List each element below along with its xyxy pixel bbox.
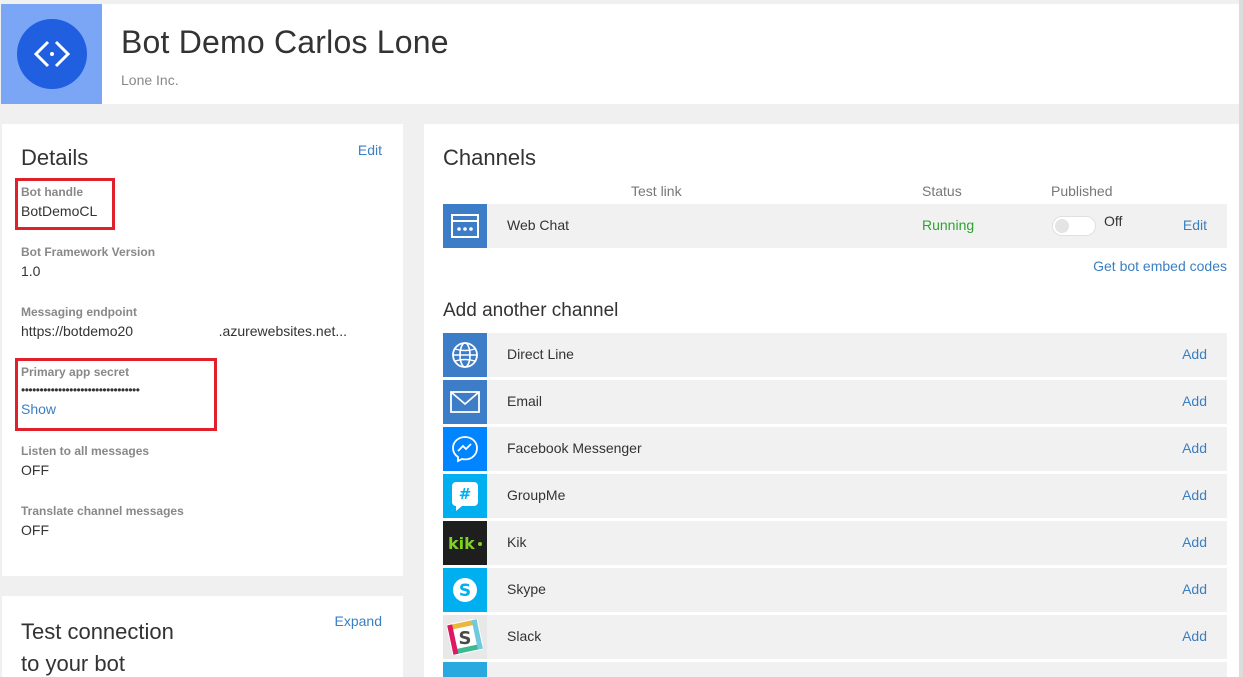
field-framework-version: Bot Framework Version 1.0 [21,245,155,279]
channel-name: Skype [507,581,546,597]
channel-row-facebook-messenger[interactable]: Facebook Messenger Add [443,427,1227,471]
field-listen-all: Listen to all messages OFF [21,444,149,478]
field-label: Bot handle [21,185,83,199]
secret-value: •••••••••••••••••••••••••••••••• [21,383,140,397]
field-value: BotDemoCL [21,203,98,219]
published-state: Off [1104,213,1123,229]
web-chat-edit-link[interactable]: Edit [1183,217,1207,233]
globe-icon [443,333,487,377]
test-title: Test connection to your bot [21,616,174,677]
test-connection-card: Test connection to your bot Expand [2,596,403,677]
field-messaging-endpoint: Messaging endpoint https://botdemo20 .az… [21,305,347,339]
add-slack-button[interactable]: Add [1182,628,1207,644]
bot-header: Bot Demo Carlos Lone Lone Inc. [1,4,1239,104]
add-email-button[interactable]: Add [1182,393,1207,409]
channel-name: GroupMe [507,487,566,503]
channel-icon [443,662,487,677]
field-value: OFF [21,462,49,478]
field-label: Translate channel messages [21,504,184,518]
col-test-link: Test link [631,183,682,199]
published-toggle[interactable] [1052,216,1096,236]
add-skype-button[interactable]: Add [1182,581,1207,597]
web-chat-icon [443,204,487,248]
add-channel-title: Add another channel [443,300,619,321]
test-title-line2: to your bot [21,651,125,676]
field-bot-handle: Bot handle BotDemoCL [21,185,97,219]
field-value: 1.0 [21,263,41,279]
expand-link[interactable]: Expand [335,613,382,629]
code-brackets-icon [16,19,87,89]
channel-row-groupme[interactable]: # GroupMe Add [443,474,1227,518]
window-edge [1239,0,1243,677]
groupme-icon: # [443,474,487,518]
skype-icon: S [443,568,487,612]
field-value[interactable]: https://botdemo20 .azurewebsites.net... [21,323,347,339]
kik-icon: kik [443,521,487,565]
svg-text:kik: kik [448,534,475,553]
channel-row-email[interactable]: Email Add [443,380,1227,424]
bot-title: Bot Demo Carlos Lone [121,24,449,60]
channel-name: Facebook Messenger [507,440,642,456]
test-title-line1: Test connection [21,619,174,644]
details-title: Details [21,145,89,170]
add-kik-button[interactable]: Add [1182,534,1207,550]
add-groupme-button[interactable]: Add [1182,487,1207,503]
channel-name: Slack [507,628,542,644]
bot-logo [1,4,102,104]
embed-codes-link[interactable]: Get bot embed codes [1093,258,1227,274]
field-label: Messaging endpoint [21,305,138,319]
field-app-secret: Primary app secret •••••••••••••••••••••… [21,365,140,417]
channel-row-partial[interactable] [443,662,1227,677]
channels-title: Channels [443,145,536,170]
add-facebook-messenger-button[interactable]: Add [1182,440,1207,456]
channel-name: Email [507,393,543,409]
field-label: Listen to all messages [21,444,150,458]
show-secret-link[interactable]: Show [21,401,139,417]
bot-org: Lone Inc. [121,72,179,88]
channel-row-web-chat[interactable]: Web Chat Running Off Edit [443,204,1227,248]
channel-name: Direct Line [507,346,574,362]
channel-row-skype[interactable]: S Skype Add [443,568,1227,612]
svg-text:S: S [459,628,472,649]
channels-card: Channels Test link Status Published Web … [424,124,1239,677]
channel-row-slack[interactable]: S Slack Add [443,615,1227,659]
details-edit-link[interactable]: Edit [358,142,382,158]
channel-name: Web Chat [507,217,569,233]
field-value: OFF [21,522,49,538]
details-card: Details Edit Bot handle BotDemoCL Bot Fr… [2,124,403,576]
add-direct-line-button[interactable]: Add [1182,346,1207,362]
col-published: Published [1051,183,1113,199]
svg-text:#: # [459,485,472,503]
field-label: Bot Framework Version [21,245,156,259]
slack-icon: S [443,615,487,659]
envelope-icon [443,380,487,424]
status-badge: Running [922,217,975,233]
toggle-knob [1055,219,1069,233]
channel-name: Kik [507,534,527,550]
messenger-icon [443,427,487,471]
field-label: Primary app secret [21,365,130,379]
col-status: Status [922,183,962,199]
svg-text:S: S [459,581,471,601]
field-translate: Translate channel messages OFF [21,504,184,538]
channel-row-kik[interactable]: kik Kik Add [443,521,1227,565]
channel-row-direct-line[interactable]: Direct Line Add [443,333,1227,377]
